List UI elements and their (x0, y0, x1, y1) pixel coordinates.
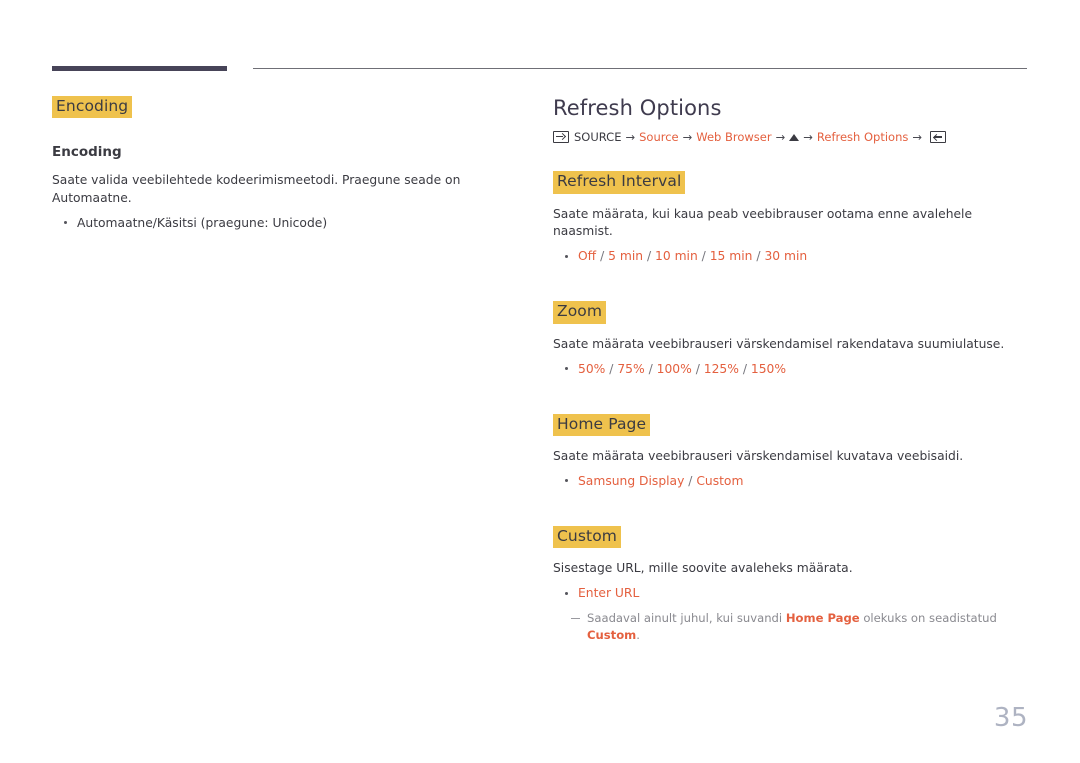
section-heading-wrap-2: Home Page (553, 413, 1033, 436)
option-value: 15 min (709, 249, 753, 264)
option-value: 10 min (655, 249, 698, 264)
section-heading-wrap-3: Custom (553, 525, 1033, 549)
left-section-heading-wrap: Encoding (52, 96, 512, 119)
list-item: 50% / 75% / 100% / 125% / 150% (553, 360, 1033, 379)
section-note-custom: Saadaval ainult juhul, kui suvandi Home … (571, 610, 1033, 644)
breadcrumb-arrow-5: → (912, 130, 922, 145)
section-options-refresh-interval: Off / 5 min / 10 min / 15 min / 30 min (553, 247, 1033, 266)
section-description-zoom: Saate määrata veebibrauseri värskendamis… (553, 336, 1005, 351)
section-heading-wrap-1: Zoom (553, 301, 1033, 324)
option-separator: / (605, 361, 618, 376)
section-home-page: Home Page Saate määrata veebibrauseri vä… (553, 413, 1033, 491)
right-column: Refresh Options SOURCE → Source → Web Br… (553, 96, 1033, 644)
list-item: Samsung Display / Custom (553, 472, 1033, 491)
left-description: Saate valida veebilehtede kodeerimismeet… (52, 172, 461, 205)
page-number: 35 (993, 703, 1028, 733)
section-options-custom: Enter URL (553, 584, 1033, 603)
option-separator: / (644, 361, 657, 376)
left-section-heading: Encoding (52, 96, 133, 119)
section-heading-home-page: Home Page (553, 413, 651, 436)
section-heading-wrap-0: Refresh Interval (553, 171, 1033, 194)
enter-key-icon (930, 131, 946, 144)
section-heading-custom: Custom (553, 525, 621, 549)
option-separator: / (643, 249, 656, 264)
up-triangle-icon (789, 133, 800, 141)
left-bullet-list: Automaatne/Käsitsi (praegune: Unicode) (52, 214, 512, 233)
option-value: 5 min (608, 249, 644, 264)
breadcrumb-item-web-browser[interactable]: Web Browser (696, 129, 771, 145)
document-page: Encoding Encoding Saate valida veebileht… (0, 0, 1080, 763)
header-rule-row (0, 0, 1080, 80)
left-column: Encoding Encoding Saate valida veebileht… (52, 96, 512, 235)
section-description-home-page: Saate määrata veebibrauseri värskendamis… (553, 448, 964, 463)
section-heading-zoom: Zoom (553, 301, 607, 324)
option-separator: / (684, 473, 697, 488)
note-part-2: olekuks on seadistatud (859, 611, 997, 626)
list-item: Automaatne/Käsitsi (praegune: Unicode) (52, 214, 512, 233)
option-separator: / (691, 361, 704, 376)
section-refresh-interval: Refresh Interval Saate määrata, kui kaua… (553, 171, 1033, 266)
left-sub-heading: Encoding (52, 144, 122, 161)
option-separator: / (596, 249, 609, 264)
note-strong-home-page: Home Page (785, 611, 860, 626)
header-rule-thick (52, 66, 227, 71)
option-separator: / (752, 249, 765, 264)
option-separator: / (738, 361, 751, 376)
option-value: Custom (696, 473, 744, 488)
source-input-icon (553, 131, 569, 144)
note-part-1: Saadaval ainult juhul, kui suvandi (587, 611, 786, 626)
breadcrumb-arrow-4: → (803, 130, 813, 145)
breadcrumb-arrow-2: → (682, 130, 693, 145)
list-item: Enter URL (553, 584, 1033, 603)
breadcrumb-arrow-1: → (625, 130, 636, 145)
option-value: 50% (578, 361, 606, 376)
section-custom: Custom Sisestage URL, mille soovite aval… (553, 525, 1033, 644)
page-title: Refresh Options (553, 96, 722, 120)
section-description-refresh-interval: Saate määrata, kui kaua peab veebibrause… (553, 206, 973, 239)
section-description-custom: Sisestage URL, mille soovite avaleheks m… (553, 561, 853, 576)
section-options-zoom: 50% / 75% / 100% / 125% / 150% (553, 360, 1033, 379)
left-bullet-text: Automaatne/Käsitsi (praegune: Unicode) (77, 215, 328, 230)
option-value: 75% (617, 361, 645, 376)
note-strong-custom: Custom (587, 627, 637, 642)
breadcrumb: SOURCE → Source → Web Browser → → Refres… (553, 129, 1033, 145)
section-zoom: Zoom Saate määrata veebibrauseri värsken… (553, 301, 1033, 378)
breadcrumb-item-source[interactable]: Source (639, 129, 679, 145)
breadcrumb-item-refresh-options[interactable]: Refresh Options (817, 129, 908, 145)
header-rule-thin (253, 68, 1027, 69)
note-part-3: . (636, 627, 640, 642)
list-item: Off / 5 min / 10 min / 15 min / 30 min (553, 247, 1033, 266)
option-value: Enter URL (578, 586, 640, 601)
breadcrumb-source-label: SOURCE (574, 130, 622, 145)
breadcrumb-arrow-3: → (775, 130, 786, 145)
section-heading-refresh-interval: Refresh Interval (553, 171, 686, 194)
option-value: 150% (750, 361, 787, 376)
option-value: Samsung Display (578, 473, 685, 488)
option-value: 30 min (764, 249, 808, 264)
section-options-home-page: Samsung Display / Custom (553, 472, 1033, 491)
option-value: 125% (703, 361, 739, 376)
option-separator: / (697, 249, 710, 264)
option-value: Off (578, 249, 597, 264)
option-value: 100% (656, 361, 692, 376)
